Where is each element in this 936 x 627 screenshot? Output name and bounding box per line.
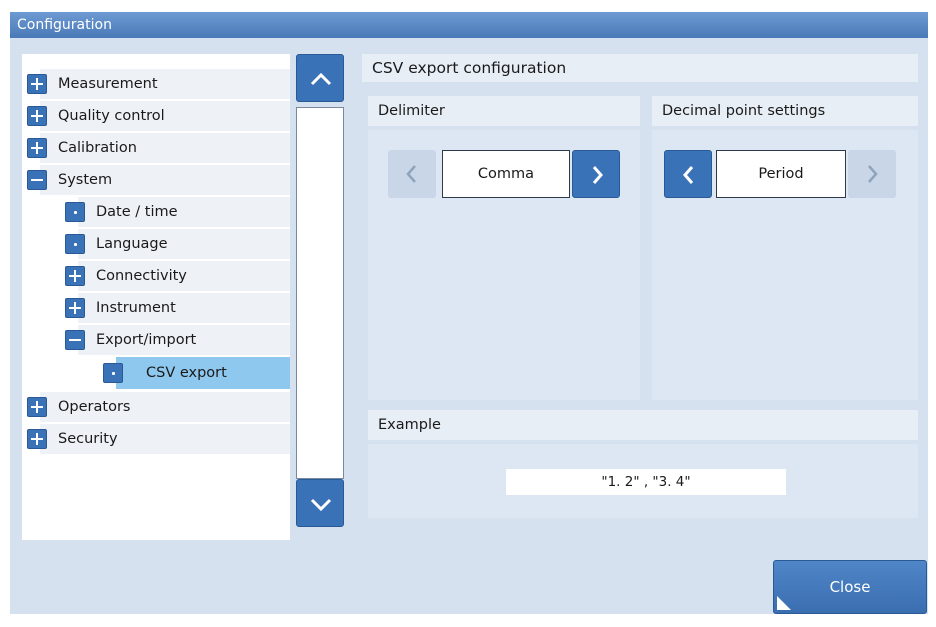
csv-export-panel: CSV export configuration Delimiter Comma…	[362, 54, 918, 530]
expand-plus-icon[interactable]	[27, 397, 47, 417]
tree-item-system[interactable]: System	[27, 165, 290, 195]
chevron-right-icon	[592, 166, 603, 184]
close-button[interactable]: Close	[773, 560, 927, 614]
corner-triangle-icon	[777, 596, 791, 610]
tree-item-calibration[interactable]: Calibration	[27, 133, 290, 163]
tree-item-export-import[interactable]: Export/import	[65, 325, 290, 355]
collapse-minus-icon[interactable]	[65, 330, 85, 350]
bullet-icon	[65, 202, 85, 222]
expand-plus-icon[interactable]	[65, 298, 85, 318]
expand-plus-icon[interactable]	[27, 138, 47, 158]
tree-item-label: Calibration	[58, 140, 137, 156]
tree-item-label: CSV export	[146, 365, 227, 381]
delimiter-section: Comma	[368, 130, 640, 400]
bullet-icon	[103, 363, 123, 383]
scrollbar-track[interactable]	[296, 107, 344, 479]
expand-plus-icon[interactable]	[27, 429, 47, 449]
tree-item-label: System	[58, 172, 113, 188]
configuration-window: Configuration Measurement Quality contro…	[10, 12, 928, 614]
scroll-down-button[interactable]	[296, 479, 344, 527]
chevron-up-icon	[310, 72, 332, 86]
tree-item-quality-control[interactable]: Quality control	[27, 101, 290, 131]
delimiter-prev-button[interactable]	[388, 150, 436, 198]
tree-item-label: Security	[58, 431, 118, 447]
chevron-left-icon	[406, 165, 416, 183]
close-button-label: Close	[829, 578, 871, 596]
expand-plus-icon[interactable]	[65, 266, 85, 286]
example-section: "1. 2" , "3. 4"	[368, 444, 918, 518]
tree-item-label: Date / time	[96, 204, 178, 220]
tree-item-language[interactable]: Language	[65, 229, 290, 259]
tree-item-security[interactable]: Security	[27, 424, 290, 454]
tree-item-label: Connectivity	[96, 268, 187, 284]
decimal-section: Period	[652, 130, 918, 400]
tree-item-date-time[interactable]: Date / time	[65, 197, 290, 227]
tree-item-operators[interactable]: Operators	[27, 392, 290, 422]
tree-item-label: Export/import	[96, 332, 197, 348]
panel-title: CSV export configuration	[362, 54, 918, 82]
decimal-value: Period	[716, 150, 846, 198]
delimiter-next-button[interactable]	[572, 150, 620, 198]
tree-item-label: Quality control	[58, 108, 165, 124]
tree-item-label: Operators	[58, 399, 131, 415]
delimiter-header: Delimiter	[368, 96, 640, 126]
tree-item-csv-export[interactable]: CSV export	[103, 357, 290, 389]
example-value: "1. 2" , "3. 4"	[506, 469, 786, 495]
chevron-right-icon	[868, 165, 878, 183]
decimal-prev-button[interactable]	[664, 150, 712, 198]
tree-item-label: Language	[96, 236, 168, 252]
decimal-next-button[interactable]	[848, 150, 896, 198]
decimal-header: Decimal point settings	[652, 96, 918, 126]
chevron-down-icon	[310, 498, 332, 512]
settings-tree: Measurement Quality control Calibration …	[22, 54, 290, 540]
window-title: Configuration	[10, 12, 928, 38]
collapse-minus-icon[interactable]	[27, 170, 47, 190]
scroll-up-button[interactable]	[296, 54, 344, 102]
example-header: Example	[368, 410, 918, 440]
tree-item-label: Instrument	[96, 300, 176, 316]
delimiter-value: Comma	[442, 150, 570, 198]
tree-item-connectivity[interactable]: Connectivity	[65, 261, 290, 291]
expand-plus-icon[interactable]	[27, 74, 47, 94]
tree-item-instrument[interactable]: Instrument	[65, 293, 290, 323]
bullet-icon	[65, 234, 85, 254]
tree-item-label: Measurement	[58, 76, 158, 92]
tree-item-measurement[interactable]: Measurement	[27, 69, 290, 99]
expand-plus-icon[interactable]	[27, 106, 47, 126]
chevron-left-icon	[683, 166, 694, 184]
